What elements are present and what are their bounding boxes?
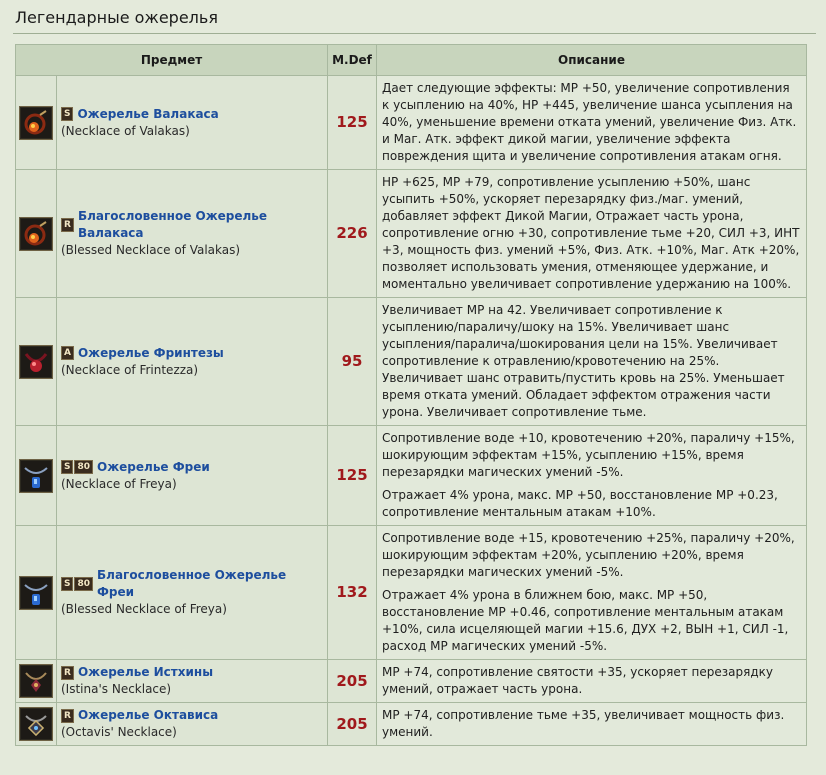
item-english-name: (Blessed Necklace of Freya) xyxy=(61,602,227,616)
page-title: Легендарные ожерелья xyxy=(13,6,816,34)
description-paragraph: MP +74, сопротивление тьме +35, увеличив… xyxy=(382,708,785,739)
column-header-description: Описание xyxy=(376,44,807,76)
table-row: R Ожерелье Октависа (Octavis' Necklace) … xyxy=(15,702,807,746)
grade-badge: R xyxy=(61,665,74,680)
item-name-link[interactable]: Благословенное Ожерелье Валакаса xyxy=(78,208,323,242)
description-paragraph: Отражает 4% урона, макс. MP +50, восстан… xyxy=(382,488,778,519)
item-description: Сопротивление воде +15, кровотечению +25… xyxy=(382,530,800,655)
grade-badge: S xyxy=(61,460,74,474)
table-header-row: Предмет M.Def Описание xyxy=(15,44,807,76)
grade-level-badge: 80 xyxy=(74,577,94,591)
mdef-value: 205 xyxy=(327,659,377,703)
item-english-name: (Necklace of Freya) xyxy=(61,476,177,491)
grade-badge: R xyxy=(61,708,74,723)
item-name-link[interactable]: Ожерелье Валакаса xyxy=(77,106,218,123)
necklace-table: Предмет M.Def Описание S Ожерелье Валака… xyxy=(15,44,807,746)
grade-badge: S xyxy=(61,107,74,121)
description-paragraph: HP +625, MP +79, сопротивление усыплению… xyxy=(382,175,800,291)
grade-level-badge: 80 xyxy=(74,460,94,474)
item-description: Дает следующие эффекты: MP +50, увеличен… xyxy=(382,80,800,165)
table-row: A Ожерелье Фринтезы (Necklace of Frintez… xyxy=(15,297,807,426)
blessed-freya-necklace-icon[interactable] xyxy=(19,575,53,610)
freya-necklace-icon[interactable] xyxy=(19,458,53,493)
column-header-item: Предмет xyxy=(15,44,328,76)
item-name-link[interactable]: Ожерелье Истхины xyxy=(78,664,213,681)
item-english-name: (Octavis' Necklace) xyxy=(61,725,177,739)
mdef-value: 132 xyxy=(327,525,377,660)
table-row: R Благословенное Ожерелье Валакаса (Bles… xyxy=(15,169,807,298)
item-name-link[interactable]: Ожерелье Фреи xyxy=(97,459,210,476)
description-paragraph: Увеличивает MP на 42. Увеличивает сопрот… xyxy=(382,303,785,419)
grade-badge: S xyxy=(61,577,74,591)
table-row: R Ожерелье Истхины (Istina's Necklace) 2… xyxy=(15,659,807,703)
grade-badge: R xyxy=(61,218,74,232)
mdef-value: 205 xyxy=(327,702,377,746)
table-row: S Ожерелье Валакаса (Necklace of Valakas… xyxy=(15,75,807,170)
grade-badge: A xyxy=(61,346,74,360)
page: Легендарные ожерелья Предмет M.Def Описа… xyxy=(0,0,826,746)
description-paragraph: Сопротивление воде +10, кровотечению +20… xyxy=(382,431,795,479)
column-header-mdef: M.Def xyxy=(327,44,377,76)
mdef-value: 226 xyxy=(327,169,377,298)
octavis-necklace-icon[interactable] xyxy=(19,707,53,741)
item-description: Сопротивление воде +10, кровотечению +20… xyxy=(382,430,800,521)
frintezza-necklace-icon[interactable] xyxy=(19,344,53,379)
description-paragraph: Дает следующие эффекты: MP +50, увеличен… xyxy=(382,81,797,163)
table-row: S 80 Благословенное Ожерелье Фреи (Bless… xyxy=(15,525,807,660)
table-row: S 80 Ожерелье Фреи (Necklace of Freya) 1… xyxy=(15,425,807,526)
item-english-name: (Istina's Necklace) xyxy=(61,682,172,696)
mdef-value: 125 xyxy=(327,75,377,170)
item-name-link[interactable]: Ожерелье Октависа xyxy=(78,707,218,724)
item-description: Увеличивает MP на 42. Увеличивает сопрот… xyxy=(382,302,800,421)
item-name-link[interactable]: Благословенное Ожерелье Фреи xyxy=(97,567,323,601)
item-english-name: (Blessed Necklace of Valakas) xyxy=(61,243,241,257)
valakas-necklace-icon[interactable] xyxy=(19,105,53,140)
item-description: MP +74, сопротивление святости +35, уско… xyxy=(382,664,800,698)
item-description: MP +74, сопротивление тьме +35, увеличив… xyxy=(382,707,800,741)
istina-necklace-icon[interactable] xyxy=(19,664,53,698)
mdef-value: 95 xyxy=(327,297,377,426)
description-paragraph: Отражает 4% урона в ближнем бою, макс. M… xyxy=(382,588,789,653)
item-english-name: (Necklace of Valakas) xyxy=(61,123,190,138)
blessed-valakas-necklace-icon[interactable] xyxy=(19,216,53,251)
description-paragraph: Сопротивление воде +15, кровотечению +25… xyxy=(382,531,795,579)
item-name-link[interactable]: Ожерелье Фринтезы xyxy=(78,345,224,362)
description-paragraph: MP +74, сопротивление святости +35, уско… xyxy=(382,665,773,696)
item-description: HP +625, MP +79, сопротивление усыплению… xyxy=(382,174,800,293)
mdef-value: 125 xyxy=(327,425,377,526)
item-english-name: (Necklace of Frintezza) xyxy=(61,362,199,377)
